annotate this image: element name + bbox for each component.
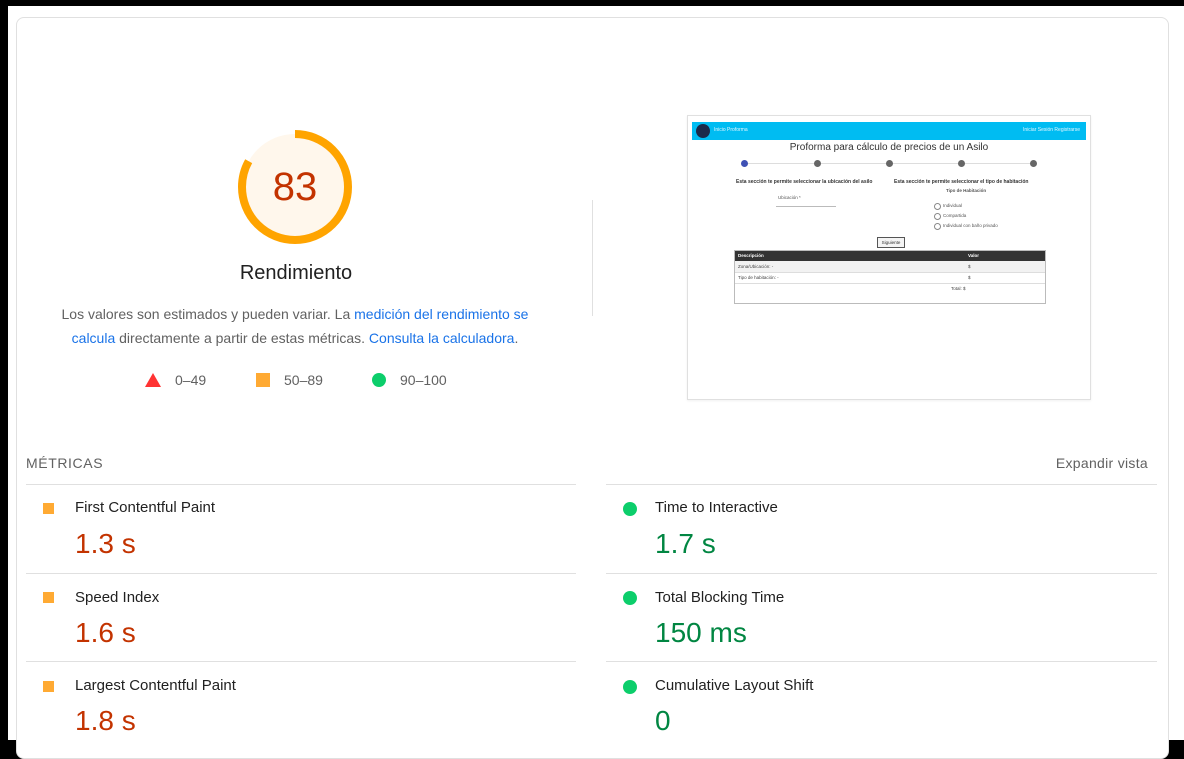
table-cell: Total: $	[951, 286, 966, 291]
metric-value: 1.8 s	[75, 705, 136, 736]
logo-icon	[696, 124, 710, 138]
legend-label: 90–100	[400, 372, 447, 388]
divider	[26, 484, 576, 485]
divider	[606, 661, 1157, 662]
radio-icon	[934, 203, 941, 210]
metric-value: 0	[655, 705, 671, 736]
metric-label: Total Blocking Time	[655, 589, 785, 606]
legend-pass: 90–100	[372, 372, 447, 388]
table-row: Total: $	[735, 283, 1045, 294]
pass-circle-icon	[623, 591, 637, 605]
select-label: Ubicación *	[778, 195, 801, 200]
legend-average: 50–89	[256, 372, 323, 388]
table-cell: Tipo de habitación: -	[738, 275, 779, 280]
step-icon	[741, 160, 748, 167]
final-screenshot[interactable]: Inicio Proforma Iniciar Sesión Registrar…	[687, 115, 1091, 400]
performance-score: 83	[272, 164, 318, 209]
step-icon	[814, 160, 821, 167]
metric-label: Speed Index	[75, 589, 160, 606]
divider	[26, 661, 576, 662]
radio-icon	[934, 223, 941, 230]
step-icon	[1030, 160, 1037, 167]
metric-label: Largest Contentful Paint	[75, 677, 236, 694]
square-icon	[256, 373, 270, 387]
table-header-cell: Descripción	[738, 253, 764, 258]
screenshot-section-left: Esta sección te permite seleccionar la u…	[736, 179, 873, 185]
circle-icon	[372, 373, 386, 387]
screenshot-title: Proforma para cálculo de precios de un A…	[789, 142, 989, 153]
metric-label: Time to Interactive	[655, 499, 778, 516]
option-label: Compartida	[943, 213, 967, 218]
legend-label: 50–89	[284, 372, 323, 388]
metrics-header: MÉTRICAS	[26, 455, 104, 471]
expand-view-toggle[interactable]: Expandir vista	[1056, 455, 1148, 471]
divider	[26, 573, 576, 574]
room-type-label: Tipo de Habitación	[946, 188, 987, 193]
pass-circle-icon	[623, 680, 637, 694]
table-header-cell: Valor	[968, 253, 980, 258]
average-square-icon	[43, 592, 54, 603]
calculator-link[interactable]: Consulta la calculadora	[369, 330, 515, 346]
metric-label: Cumulative Layout Shift	[655, 677, 814, 694]
screenshot-nav-right: Iniciar Sesión Registrarse	[1023, 127, 1080, 133]
option-label: Individual	[943, 203, 963, 208]
radio-icon	[934, 213, 941, 220]
screenshot-navbar: Inicio Proforma Iniciar Sesión Registrar…	[692, 122, 1086, 140]
gauge-title: Rendimiento	[239, 262, 353, 284]
divider	[592, 200, 593, 316]
average-square-icon	[43, 681, 54, 692]
screenshot-section-right: Esta sección te permite seleccionar el t…	[894, 179, 1029, 185]
legend-fail: 0–49	[145, 372, 206, 388]
metric-label: First Contentful Paint	[75, 499, 216, 516]
screenshot-select: Ubicación *	[776, 192, 836, 207]
description-text: .	[514, 330, 519, 346]
description-text: directamente a partir de estas métricas.	[115, 330, 369, 346]
average-square-icon	[43, 503, 54, 514]
metric-value: 150 ms	[655, 617, 747, 648]
screenshot-nav-left: Inicio Proforma	[714, 127, 748, 133]
score-description: Los valores son estimados y pueden varia…	[40, 302, 550, 350]
screenshot-table: Descripción Valor Zona/Ubicación: - $ Ti…	[734, 250, 1046, 304]
legend-label: 0–49	[175, 372, 207, 388]
metric-value: 1.3 s	[75, 528, 136, 559]
table-cell: $	[968, 275, 971, 280]
step-icon	[958, 160, 965, 167]
option-label: Individual con baño privado	[943, 223, 998, 228]
step-icon	[886, 160, 893, 167]
pass-circle-icon	[623, 502, 637, 516]
description-text: Los valores son estimados y pueden varia…	[61, 306, 355, 322]
metric-value: 1.7 s	[655, 528, 716, 559]
divider	[606, 573, 1157, 574]
divider	[606, 484, 1157, 485]
table-cell: Zona/Ubicación: -	[738, 264, 774, 269]
table-cell: $	[968, 264, 971, 269]
triangle-icon	[145, 373, 161, 387]
table-header: Descripción Valor	[735, 251, 1045, 261]
screenshot-next-button: Siguiente	[877, 237, 905, 248]
metric-value: 1.6 s	[75, 617, 136, 648]
